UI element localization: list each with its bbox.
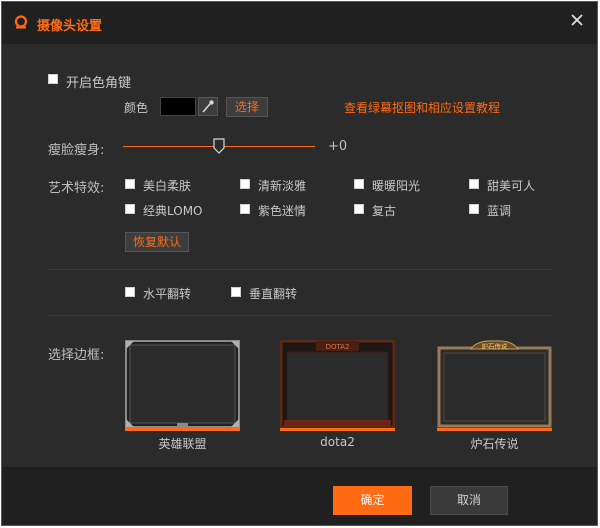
divider — [48, 269, 553, 270]
color-label: 颜色 — [124, 101, 149, 115]
slim-slider-thumb[interactable] — [213, 138, 225, 154]
effect-checkbox[interactable] — [125, 204, 135, 214]
horizontal-flip-label: 水平翻转 — [143, 287, 192, 301]
effect-option-label: 美白柔肤 — [143, 179, 192, 193]
effect-option-label: 甜美可人 — [487, 179, 536, 193]
greenscreen-tutorial-link[interactable]: 查看绿幕抠图和相应设置教程 — [344, 99, 500, 116]
frame-label: 炉石传说 — [470, 437, 519, 451]
effect-checkbox[interactable] — [469, 204, 479, 214]
frame-label: dota2 — [320, 435, 355, 449]
frame-option-dota2[interactable]: DOTA2 — [280, 340, 395, 428]
frame-label: 英雄联盟 — [158, 437, 207, 451]
slim-label: 瘦脸瘦身: — [48, 143, 105, 158]
frame-option-hearthstone[interactable]: 炉石传说 — [437, 340, 552, 428]
effect-option-label: 经典LOMO — [143, 204, 203, 218]
reset-effects-button[interactable]: 恢复默认 — [125, 232, 189, 252]
effect-checkbox[interactable] — [240, 204, 250, 214]
eyedropper-button[interactable] — [198, 97, 218, 116]
frame-selected-underline — [125, 428, 240, 431]
eyedropper-icon — [202, 100, 214, 113]
chroma-key-checkbox[interactable] — [48, 74, 58, 84]
effect-checkbox[interactable] — [469, 179, 479, 189]
chroma-key-label: 开启色角键 — [66, 76, 132, 91]
slim-value: +0 — [328, 139, 348, 154]
effect-option-label: 蓝调 — [487, 204, 512, 218]
close-icon[interactable] — [569, 12, 585, 28]
camera-settings-dialog: 摄像头设置 开启色角键 颜色 选择 查看绿幕抠图和相应设置教程 瘦脸瘦身: +0… — [1, 1, 598, 526]
frame-selected-underline — [437, 428, 552, 431]
effect-option-label: 清新淡雅 — [258, 179, 307, 193]
effect-checkbox[interactable] — [354, 204, 364, 214]
effect-checkbox[interactable] — [125, 179, 135, 189]
app-logo-icon — [14, 15, 28, 29]
ok-button[interactable]: 确定 — [333, 486, 412, 515]
dota2-badge: DOTA2 — [326, 343, 350, 351]
effect-checkbox[interactable] — [240, 179, 250, 189]
dialog-title: 摄像头设置 — [37, 19, 103, 34]
frame-option-lol[interactable] — [125, 340, 240, 428]
effect-option-label: 复古 — [372, 204, 397, 218]
vertical-flip-checkbox[interactable] — [231, 287, 241, 297]
horizontal-flip-checkbox[interactable] — [125, 287, 135, 297]
effect-checkbox[interactable] — [354, 179, 364, 189]
effects-label: 艺术特效: — [48, 181, 105, 196]
effect-option-label: 紫色迷情 — [258, 204, 307, 218]
color-swatch[interactable] — [160, 97, 196, 116]
frame-selected-underline — [280, 428, 395, 431]
hearthstone-badge: 炉石传说 — [482, 342, 509, 351]
effect-option-label: 暖暖阳光 — [372, 179, 421, 193]
cancel-button[interactable]: 取消 — [430, 486, 508, 515]
borders-label: 选择边框: — [48, 348, 105, 363]
divider — [48, 315, 553, 316]
vertical-flip-label: 垂直翻转 — [249, 287, 298, 301]
title-bar: 摄像头设置 — [2, 2, 597, 44]
select-color-button[interactable]: 选择 — [226, 97, 268, 117]
